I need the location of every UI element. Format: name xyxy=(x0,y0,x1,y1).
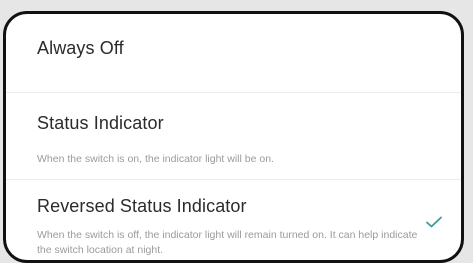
option-reversed-status-indicator[interactable]: Reversed Status Indicator When the switc… xyxy=(6,179,461,260)
checkmark-icon xyxy=(426,216,442,228)
option-always-off[interactable]: Always Off xyxy=(6,14,461,92)
indicator-settings-panel: Always Off Status Indicator When the swi… xyxy=(3,11,464,263)
option-description: When the switch is off, the indicator li… xyxy=(37,229,418,256)
option-status-indicator[interactable]: Status Indicator When the switch is on, … xyxy=(6,92,461,179)
option-description: When the switch is on, the indicator lig… xyxy=(37,153,274,165)
option-title: Status Indicator xyxy=(37,113,164,133)
option-title: Reversed Status Indicator xyxy=(37,196,247,216)
option-title: Always Off xyxy=(37,38,124,58)
